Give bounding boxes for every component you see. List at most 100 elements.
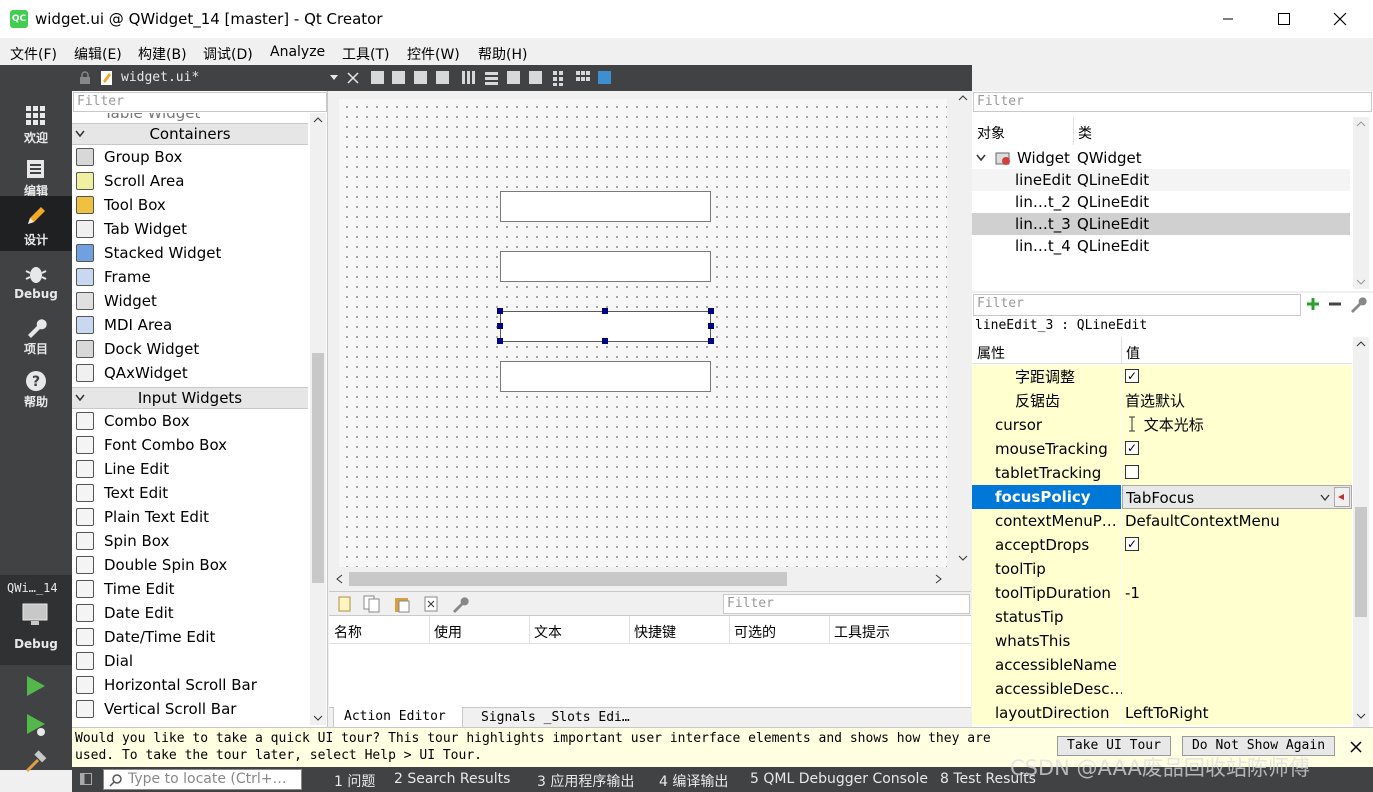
build-hammer-icon[interactable]: [24, 750, 48, 774]
tab-signals-slots[interactable]: Signals _Slots Edi…: [475, 708, 645, 728]
action-column-header[interactable]: 工具提示: [834, 622, 890, 642]
line-edit-2[interactable]: [500, 251, 711, 282]
widget-item-tool-box[interactable]: Tool Box: [72, 193, 308, 217]
object-scrollbar[interactable]: [1353, 117, 1369, 289]
selection-handle[interactable]: [602, 308, 608, 314]
mode-design[interactable]: 设计: [0, 196, 72, 251]
object-tree-row[interactable]: lin…t_3 QLineEdit: [972, 213, 1350, 235]
close-window-button[interactable]: [1317, 0, 1363, 38]
minimize-button[interactable]: [1205, 0, 1251, 38]
property-value[interactable]: [1122, 461, 1352, 485]
property-value[interactable]: LeftToRight: [1122, 701, 1352, 725]
column-property[interactable]: 属性: [977, 343, 1005, 363]
column-class[interactable]: 类: [1078, 123, 1092, 143]
action-column-header[interactable]: 可选的: [734, 622, 776, 642]
widget-item-plain-text-edit[interactable]: Plain Text Edit: [72, 505, 308, 529]
widget-item-tab-widget[interactable]: Tab Widget: [72, 217, 308, 241]
property-row-tablettracking[interactable]: tabletTracking: [972, 461, 1352, 485]
property-value[interactable]: DefaultContextMenu: [1122, 509, 1352, 533]
new-action-icon[interactable]: [337, 595, 353, 613]
widget-item-vertical-scroll-bar[interactable]: Vertical Scroll Bar: [72, 697, 308, 721]
column-value[interactable]: 值: [1126, 343, 1140, 363]
property-value[interactable]: ✓: [1122, 365, 1352, 389]
delete-action-icon[interactable]: [423, 595, 439, 613]
widget-item-date-time-edit[interactable]: Date/Time Edit: [72, 625, 308, 649]
run-icon[interactable]: [24, 674, 48, 698]
scroll-down-icon[interactable]: [310, 711, 326, 725]
menu-debug[interactable]: 调试(D): [203, 44, 253, 64]
selection-handle[interactable]: [602, 338, 608, 344]
widget-item-horizontal-scroll-bar[interactable]: Horizontal Scroll Bar: [72, 673, 308, 697]
property-value[interactable]: [1122, 653, 1352, 677]
output-pane-button[interactable]: 5 QML Debugger Console: [750, 771, 928, 787]
checkbox[interactable]: [1125, 464, 1139, 479]
widget-item-stacked-widget[interactable]: Stacked Widget: [72, 241, 308, 265]
menu-analyze[interactable]: Analyze: [270, 44, 325, 60]
object-tree-row[interactable]: lin…t_4 QLineEdit: [972, 235, 1350, 257]
scroll-right-icon[interactable]: [933, 572, 945, 586]
mode-edit[interactable]: 编辑: [0, 150, 72, 202]
property-row[interactable]: 反锯齿 首选默认: [972, 389, 1352, 413]
canvas-vscrollbar[interactable]: [955, 91, 971, 569]
reset-property-button[interactable]: [1334, 487, 1350, 507]
mode-welcome[interactable]: 欢迎: [0, 97, 72, 149]
action-column-header[interactable]: 快捷键: [634, 622, 676, 642]
checkbox[interactable]: ✓: [1125, 368, 1139, 383]
scroll-thumb[interactable]: [1355, 507, 1367, 617]
locator-input[interactable]: Type to locate (Ctrl+…: [103, 769, 302, 790]
hscroll-thumb[interactable]: [349, 572, 787, 586]
widget-item-dial[interactable]: Dial: [72, 649, 308, 673]
checkbox[interactable]: ✓: [1125, 536, 1139, 551]
property-row-layoutdirection[interactable]: layoutDirection LeftToRight: [972, 701, 1352, 725]
checkbox[interactable]: ✓: [1125, 440, 1139, 455]
scroll-up-icon[interactable]: [310, 113, 326, 127]
scroll-down-icon[interactable]: [1353, 275, 1369, 289]
chevron-down-icon[interactable]: [1320, 494, 1330, 502]
object-tree-row[interactable]: lineEdit QLineEdit: [972, 169, 1350, 191]
copy-action-icon[interactable]: [363, 595, 381, 613]
widget-item-widget[interactable]: Widget: [72, 289, 308, 313]
property-row-focuspolicy[interactable]: focusPolicy TabFocus: [972, 485, 1352, 509]
menu-file[interactable]: 文件(F): [10, 44, 57, 64]
mode-help[interactable]: ? 帮助: [0, 361, 72, 413]
category-containers[interactable]: Containers: [72, 123, 308, 145]
property-value[interactable]: [1122, 557, 1352, 581]
toggle-sidebar-icon[interactable]: [80, 773, 92, 785]
property-row-statustip[interactable]: statusTip: [972, 605, 1352, 629]
configure-wrench-icon[interactable]: [1349, 295, 1367, 313]
action-column-header[interactable]: 文本: [534, 622, 562, 642]
property-value[interactable]: ✓: [1122, 533, 1352, 557]
editor-tab-filename[interactable]: widget.ui*: [121, 70, 199, 85]
property-value[interactable]: [1122, 605, 1352, 629]
widget-item-double-spin-box[interactable]: Double Spin Box: [72, 553, 308, 577]
column-object[interactable]: 对象: [977, 123, 1005, 143]
selection-handle[interactable]: [708, 308, 714, 314]
property-value[interactable]: [1122, 677, 1352, 701]
property-value[interactable]: -1: [1122, 581, 1352, 605]
debug-run-icon[interactable]: [24, 712, 48, 738]
property-row-cursor[interactable]: cursor 文本光标: [972, 413, 1352, 437]
category-input-widgets[interactable]: Input Widgets: [72, 387, 308, 409]
widget-item-mdi-area[interactable]: MDI Area: [72, 313, 308, 337]
add-property-icon[interactable]: [1305, 296, 1321, 312]
property-value[interactable]: 文本光标: [1122, 413, 1352, 437]
selection-handle[interactable]: [708, 338, 714, 344]
selection-handle[interactable]: [497, 338, 503, 344]
mode-projects[interactable]: 项目: [0, 308, 72, 360]
chevron-down-icon[interactable]: [329, 74, 339, 82]
configure-wrench-icon[interactable]: [451, 595, 469, 613]
menu-widgets[interactable]: 控件(W): [407, 44, 460, 64]
menu-help[interactable]: 帮助(H): [478, 44, 527, 64]
maximize-button[interactable]: [1261, 0, 1307, 38]
scroll-down-icon[interactable]: [1353, 709, 1369, 723]
widget-item-dock-widget[interactable]: Dock Widget: [72, 337, 308, 361]
widget-item-combo-box[interactable]: Combo Box: [72, 409, 308, 433]
property-scrollbar[interactable]: [1353, 337, 1369, 727]
widget-item-text-edit[interactable]: Text Edit: [72, 481, 308, 505]
scroll-up-icon[interactable]: [955, 91, 971, 105]
output-pane-button[interactable]: 3 应用程序输出: [537, 771, 634, 791]
property-row-contextmenup[interactable]: contextMenuP… DefaultContextMenu: [972, 509, 1352, 533]
line-edit-1[interactable]: [500, 191, 711, 222]
widget-box-filter[interactable]: Filter: [73, 92, 327, 112]
selection-handle[interactable]: [497, 308, 503, 314]
